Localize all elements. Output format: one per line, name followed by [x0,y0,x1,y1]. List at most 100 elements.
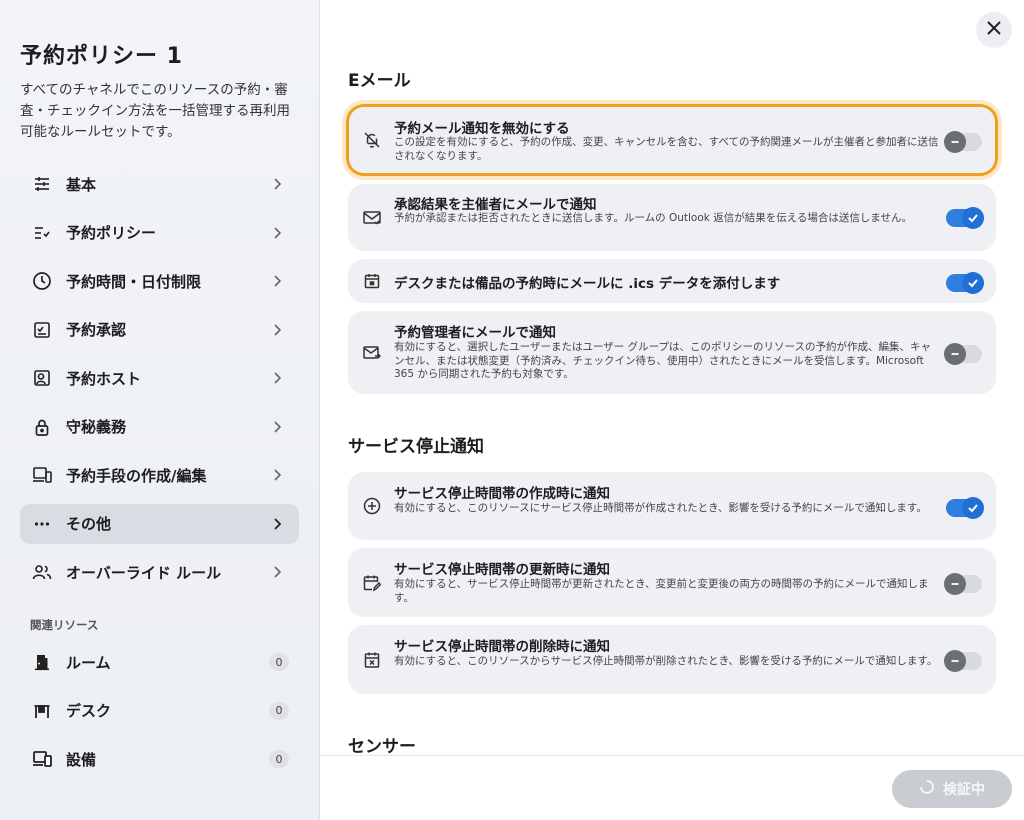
toggle-switch[interactable] [946,272,984,294]
verify-button[interactable]: 検証中 [892,770,1012,808]
toggle-knob [944,573,966,595]
related-resources-list: ルーム 0 デスク 0 設備 0 [20,642,299,788]
section-title-service-outage: サービス停止通知 [348,437,484,457]
toggle-switch[interactable] [944,343,982,365]
setting-description: 有効にすると、このリソースからサービス停止時間帯が削除されたとき、影響を受ける予… [394,655,938,667]
resource-count-badge: 0 [269,653,289,671]
door-icon [32,652,52,672]
list-check-icon [32,223,52,243]
mail-forward-icon [362,343,382,363]
close-button[interactable] [976,12,1012,48]
resource-item-equipment[interactable]: 設備 0 [20,739,299,779]
setting-title: サービス停止時間帯の削除時に通知 [394,639,610,655]
sidebar-item-label: 基本 [66,175,97,194]
lock-icon [32,417,52,437]
chevron-right-icon [269,370,285,386]
setting-card-outage-deleted: サービス停止時間帯の削除時に通知 有効にすると、このリソースからサービス停止時間… [348,625,996,694]
sidebar-item-confidentiality[interactable]: 守秘義務 [20,407,299,447]
sidebar-item-label: 守秘義務 [66,418,127,436]
calendar-icon [362,271,382,291]
toggle-knob [962,497,984,519]
setting-card-attach-ics: デスクまたは備品の予約時にメールに .ics データを添付します [348,259,996,303]
section-title-email: Eメール [348,71,411,91]
plus-circle-icon [362,496,382,516]
settings-panel: Eメール 予約メール通知を無効にする この設定を有効にすると、予約の作成、変更、… [320,0,1024,820]
toggle-knob [944,131,966,153]
desk-icon [32,701,52,721]
setting-description: 有効にすると、サービス停止時間帯が更新されたとき、変更前と変更後の両方の時間帯の… [394,578,929,604]
mail-check-icon [362,208,382,228]
chevron-right-icon [269,322,285,338]
sidebar-item-label: 予約ポリシー [66,224,157,242]
page-description: すべてのチャネルでこのリソースの予約・審査・チェックイン方法を一括管理する再利用… [20,82,290,140]
toggle-knob [962,207,984,229]
sidebar-item-label: 予約ホスト [66,369,142,388]
sidebar: 予約ポリシー 1 すべてのチャネルでこのリソースの予約・審査・チェックイン方法を… [0,0,320,820]
related-resources-label: 関連リソース [30,618,99,632]
setting-title: デスクまたは備品の予約時にメールに .ics データを添付します [394,276,781,292]
toggle-knob [944,650,966,672]
resource-label: ルーム [66,653,111,672]
sidebar-item-basic[interactable]: 基本 [20,164,299,204]
equipment-icon [32,749,52,769]
verify-button-label: 検証中 [943,782,985,798]
toggle-switch[interactable] [946,207,984,229]
sliders-icon [32,174,52,194]
chevron-right-icon [269,176,285,192]
resource-count-badge: 0 [269,701,289,720]
sidebar-item-booking-policy[interactable]: 予約ポリシー [20,213,299,253]
page-title: 予約ポリシー 1 [20,44,183,69]
setting-description: この設定を有効にすると、予約の作成、変更、キャンセルを含む、すべての予約関連メー… [394,136,939,162]
setting-card-outage-updated: サービス停止時間帯の更新時に通知 有効にすると、サービス停止時間帯が更新されたと… [348,548,996,617]
chevron-right-icon [269,225,285,241]
sidebar-item-host[interactable]: 予約ホスト [20,358,299,398]
resource-count-badge: 0 [269,750,289,768]
setting-card-approval-result-email: 承認結果を主催者にメールで通知 予約が承認または拒否されたときに送信します。ルー… [348,184,996,251]
sidebar-item-label: オーバーライド ルール [66,563,222,582]
approval-icon [32,320,52,340]
sidebar-item-override-rules[interactable]: オーバーライド ルール [20,552,299,592]
toggle-knob [944,343,966,365]
setting-card-notify-booking-admin: 予約管理者にメールで通知 有効にすると、選択したユーザーまたはユーザー グループ… [348,311,996,394]
toggle-switch[interactable] [946,497,984,519]
more-icon [32,514,52,534]
calendar-edit-icon [362,573,382,593]
sidebar-item-approval[interactable]: 予約承認 [20,310,299,350]
sidebar-item-label: 予約時間・日付制限 [66,272,202,291]
setting-title: 予約管理者にメールで通知 [394,325,556,341]
chevron-right-icon [269,467,285,483]
host-icon [32,368,52,388]
toggle-switch[interactable] [944,131,982,153]
sidebar-item-label: その他 [66,515,112,533]
sidebar-item-time-date-limits[interactable]: 予約時間・日付制限 [20,261,299,301]
resource-label: 設備 [66,750,97,769]
calendar-x-icon [362,650,382,670]
chevron-right-icon [269,419,285,435]
setting-title: 予約メール通知を無効にする [394,121,570,137]
resource-item-rooms[interactable]: ルーム 0 [20,642,299,682]
setting-description: 予約が承認または拒否されたときに送信します。ルームの Outlook 返信が結果… [394,212,913,224]
sidebar-item-other[interactable]: その他 [20,503,299,544]
sidebar-nav: 基本 予約ポリシー 予約時間・日付制限 予約承認 予約ホスト 守秘義務 予約手段… [20,164,299,601]
toggle-switch[interactable] [944,573,982,595]
sidebar-item-booking-methods[interactable]: 予約手段の作成/編集 [20,455,299,495]
close-icon [986,20,1002,40]
chevron-right-icon [269,564,285,580]
setting-card-outage-created: サービス停止時間帯の作成時に通知 有効にすると、このリソースにサービス停止時間帯… [348,472,996,540]
chevron-right-icon [269,516,285,532]
clock-icon [32,271,52,291]
section-title-sensor: センサー [348,737,416,757]
chevron-right-icon [269,273,285,289]
setting-title: サービス停止時間帯の作成時に通知 [394,486,610,502]
sidebar-item-label: 予約承認 [66,321,127,339]
setting-title: サービス停止時間帯の更新時に通知 [394,562,610,578]
setting-description: 有効にすると、選択したユーザーまたはユーザー グループは、このポリシーのリソース… [394,341,931,380]
resource-item-desks[interactable]: デスク 0 [20,691,299,731]
people-icon [32,562,52,582]
toggle-switch[interactable] [944,650,982,672]
footer-bar: 検証中 [320,755,1024,820]
setting-card-disable-booking-email: 予約メール通知を無効にする この設定を有効にすると、予約の作成、変更、キャンセル… [346,104,998,176]
bell-off-icon [362,130,382,150]
toggle-knob [962,272,984,294]
spinner-icon [919,779,935,799]
